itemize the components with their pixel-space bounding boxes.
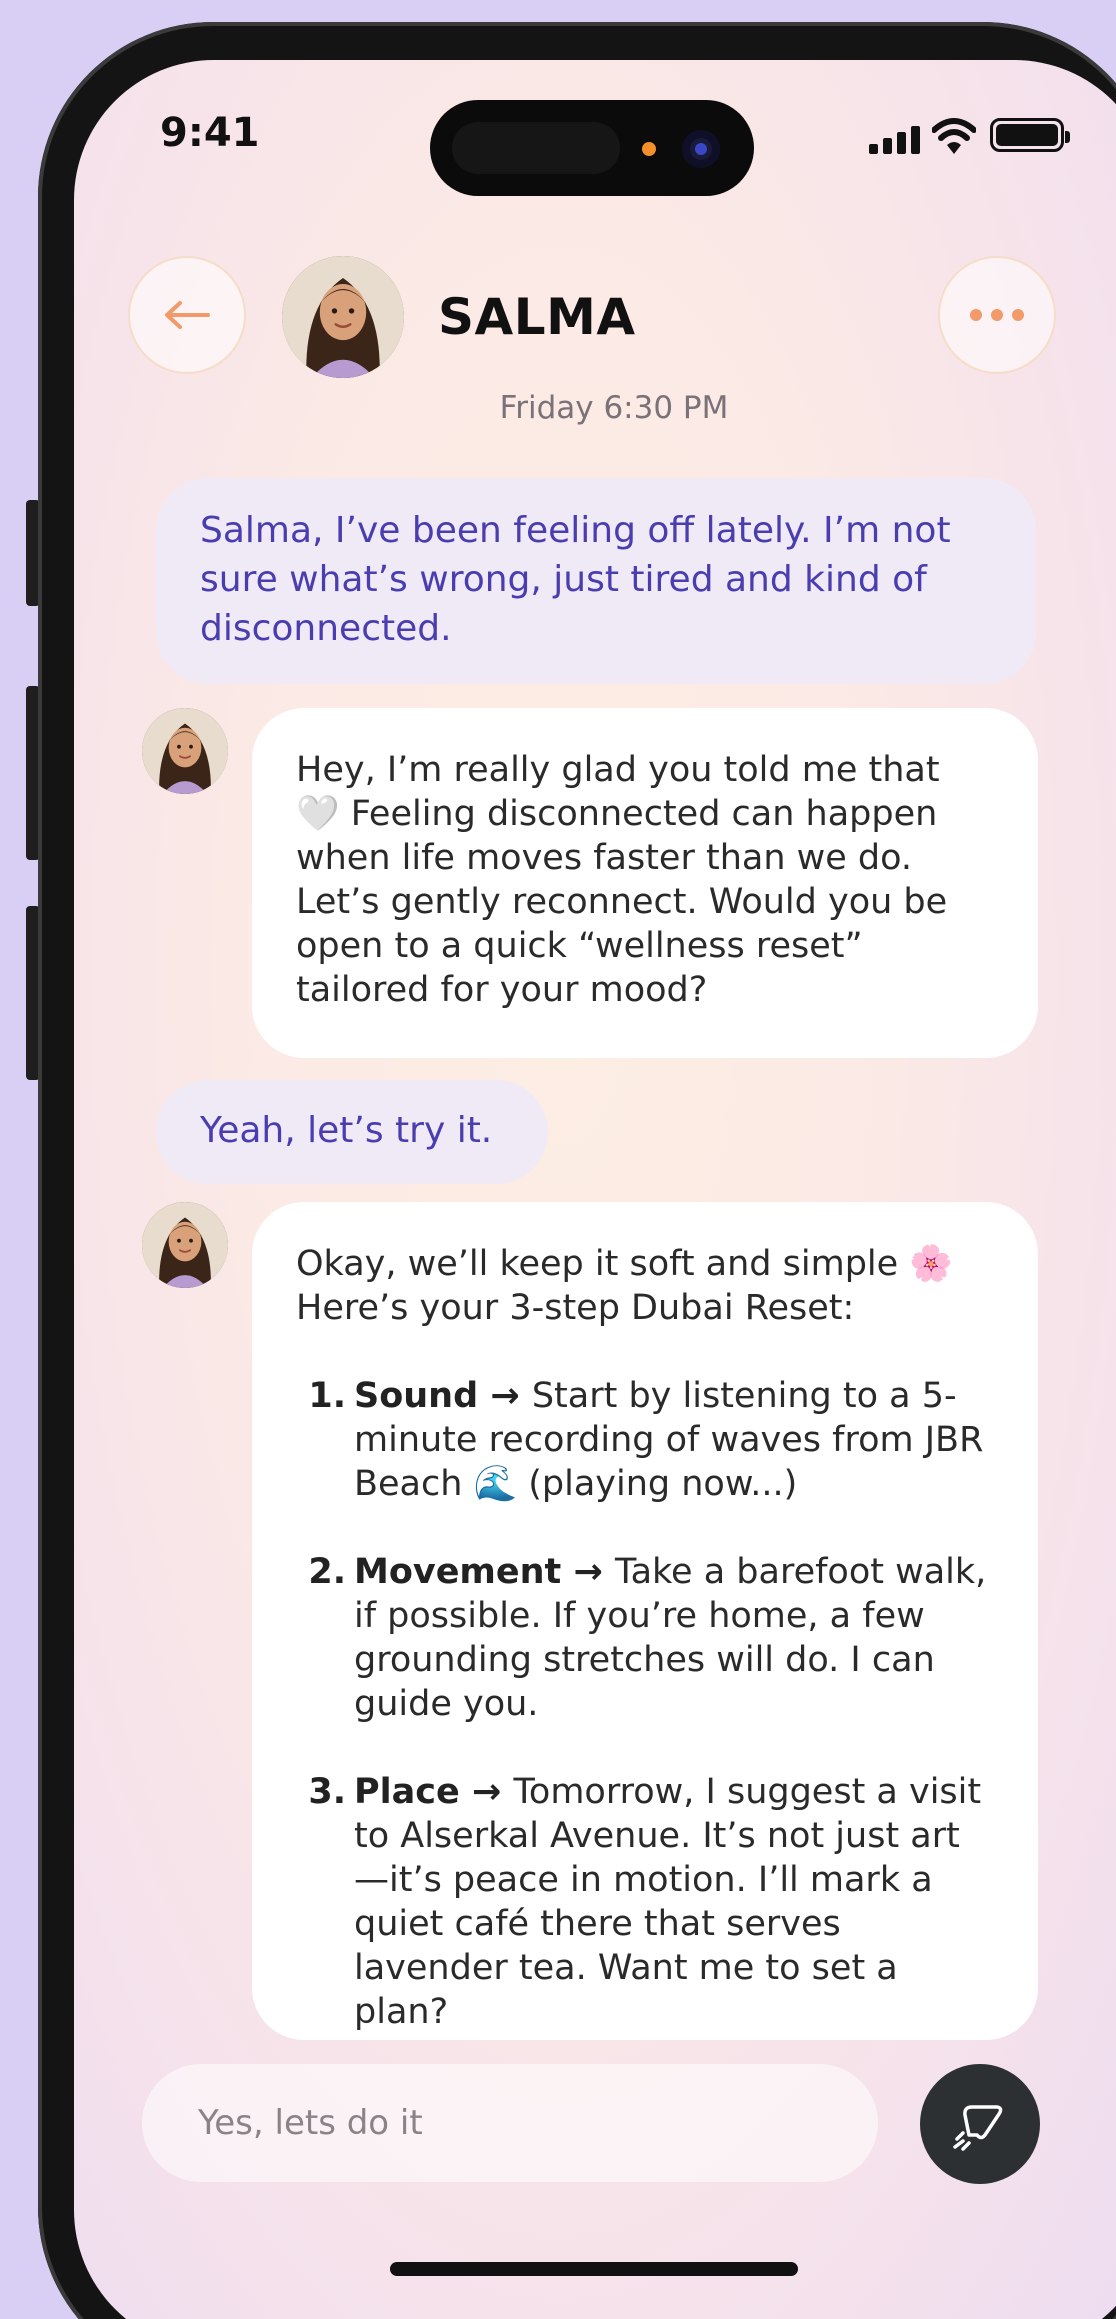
arrow-left-icon <box>165 301 210 329</box>
battery-icon <box>990 118 1070 152</box>
contact-name: SALMA <box>438 288 636 346</box>
assistant-avatar <box>142 708 228 794</box>
message-text: Yeah, let’s try it. <box>200 1110 493 1151</box>
more-options-button[interactable] <box>938 256 1056 374</box>
reset-step: 2. Movement → Take a barefoot walk, if p… <box>296 1550 994 1726</box>
step-title: Sound <box>354 1376 479 1416</box>
step-title: Place <box>354 1772 460 1812</box>
status-time: 9:41 <box>160 110 260 156</box>
dynamic-island <box>430 100 754 196</box>
privacy-indicator-dot <box>642 142 656 156</box>
user-message-bubble[interactable]: Yeah, let’s try it. <box>156 1080 548 1184</box>
step-title: Movement <box>354 1552 562 1592</box>
message-text: Salma, I’ve been feeling off lately. I’m… <box>200 510 951 649</box>
signal-icon <box>869 126 923 154</box>
message-intro-line: Okay, we’ll keep it soft and simple 🌸 <box>296 1244 953 1284</box>
reset-step: 3. Place → Tomorrow, I suggest a visit t… <box>296 1770 994 2034</box>
message-text: Hey, I’m really glad you told me that 🤍 … <box>296 750 948 1010</box>
step-number: 3. <box>308 1772 346 1812</box>
back-button[interactable] <box>128 256 246 374</box>
wifi-icon <box>932 118 976 154</box>
front-camera <box>682 130 720 168</box>
send-icon <box>953 2105 1003 2151</box>
assistant-message-bubble[interactable]: Hey, I’m really glad you told me that 🤍 … <box>252 708 1038 1058</box>
phone-screen: 9:41 SALMA Friday 6:30 PM Salma, I’ve be… <box>74 60 1116 2319</box>
step-arrow: → <box>459 1772 514 1812</box>
message-intro-line: Here’s your 3-step Dubai Reset: <box>296 1288 855 1328</box>
assistant-avatar <box>142 1202 228 1288</box>
assistant-message-bubble[interactable]: Okay, we’ll keep it soft and simple 🌸 He… <box>252 1202 1038 2040</box>
more-horizontal-icon <box>970 309 1024 321</box>
step-arrow: → <box>561 1552 615 1592</box>
home-indicator[interactable] <box>390 2262 798 2276</box>
reset-step: 1. Sound → Start by listening to a 5-min… <box>296 1374 994 1506</box>
step-arrow: → <box>478 1376 532 1416</box>
message-input[interactable] <box>198 2064 838 2182</box>
step-number: 2. <box>308 1552 346 1592</box>
contact-avatar[interactable] <box>282 256 404 378</box>
send-button[interactable] <box>920 2064 1040 2184</box>
user-message-bubble[interactable]: Salma, I’ve been feeling off lately. I’m… <box>156 478 1036 684</box>
stage: 9:41 SALMA Friday 6:30 PM Salma, I’ve be… <box>0 0 1116 2319</box>
chat-timestamp: Friday 6:30 PM <box>499 390 729 426</box>
step-number: 1. <box>308 1376 346 1416</box>
message-composer <box>142 2064 878 2182</box>
reset-steps-list: 1. Sound → Start by listening to a 5-min… <box>296 1374 994 2034</box>
